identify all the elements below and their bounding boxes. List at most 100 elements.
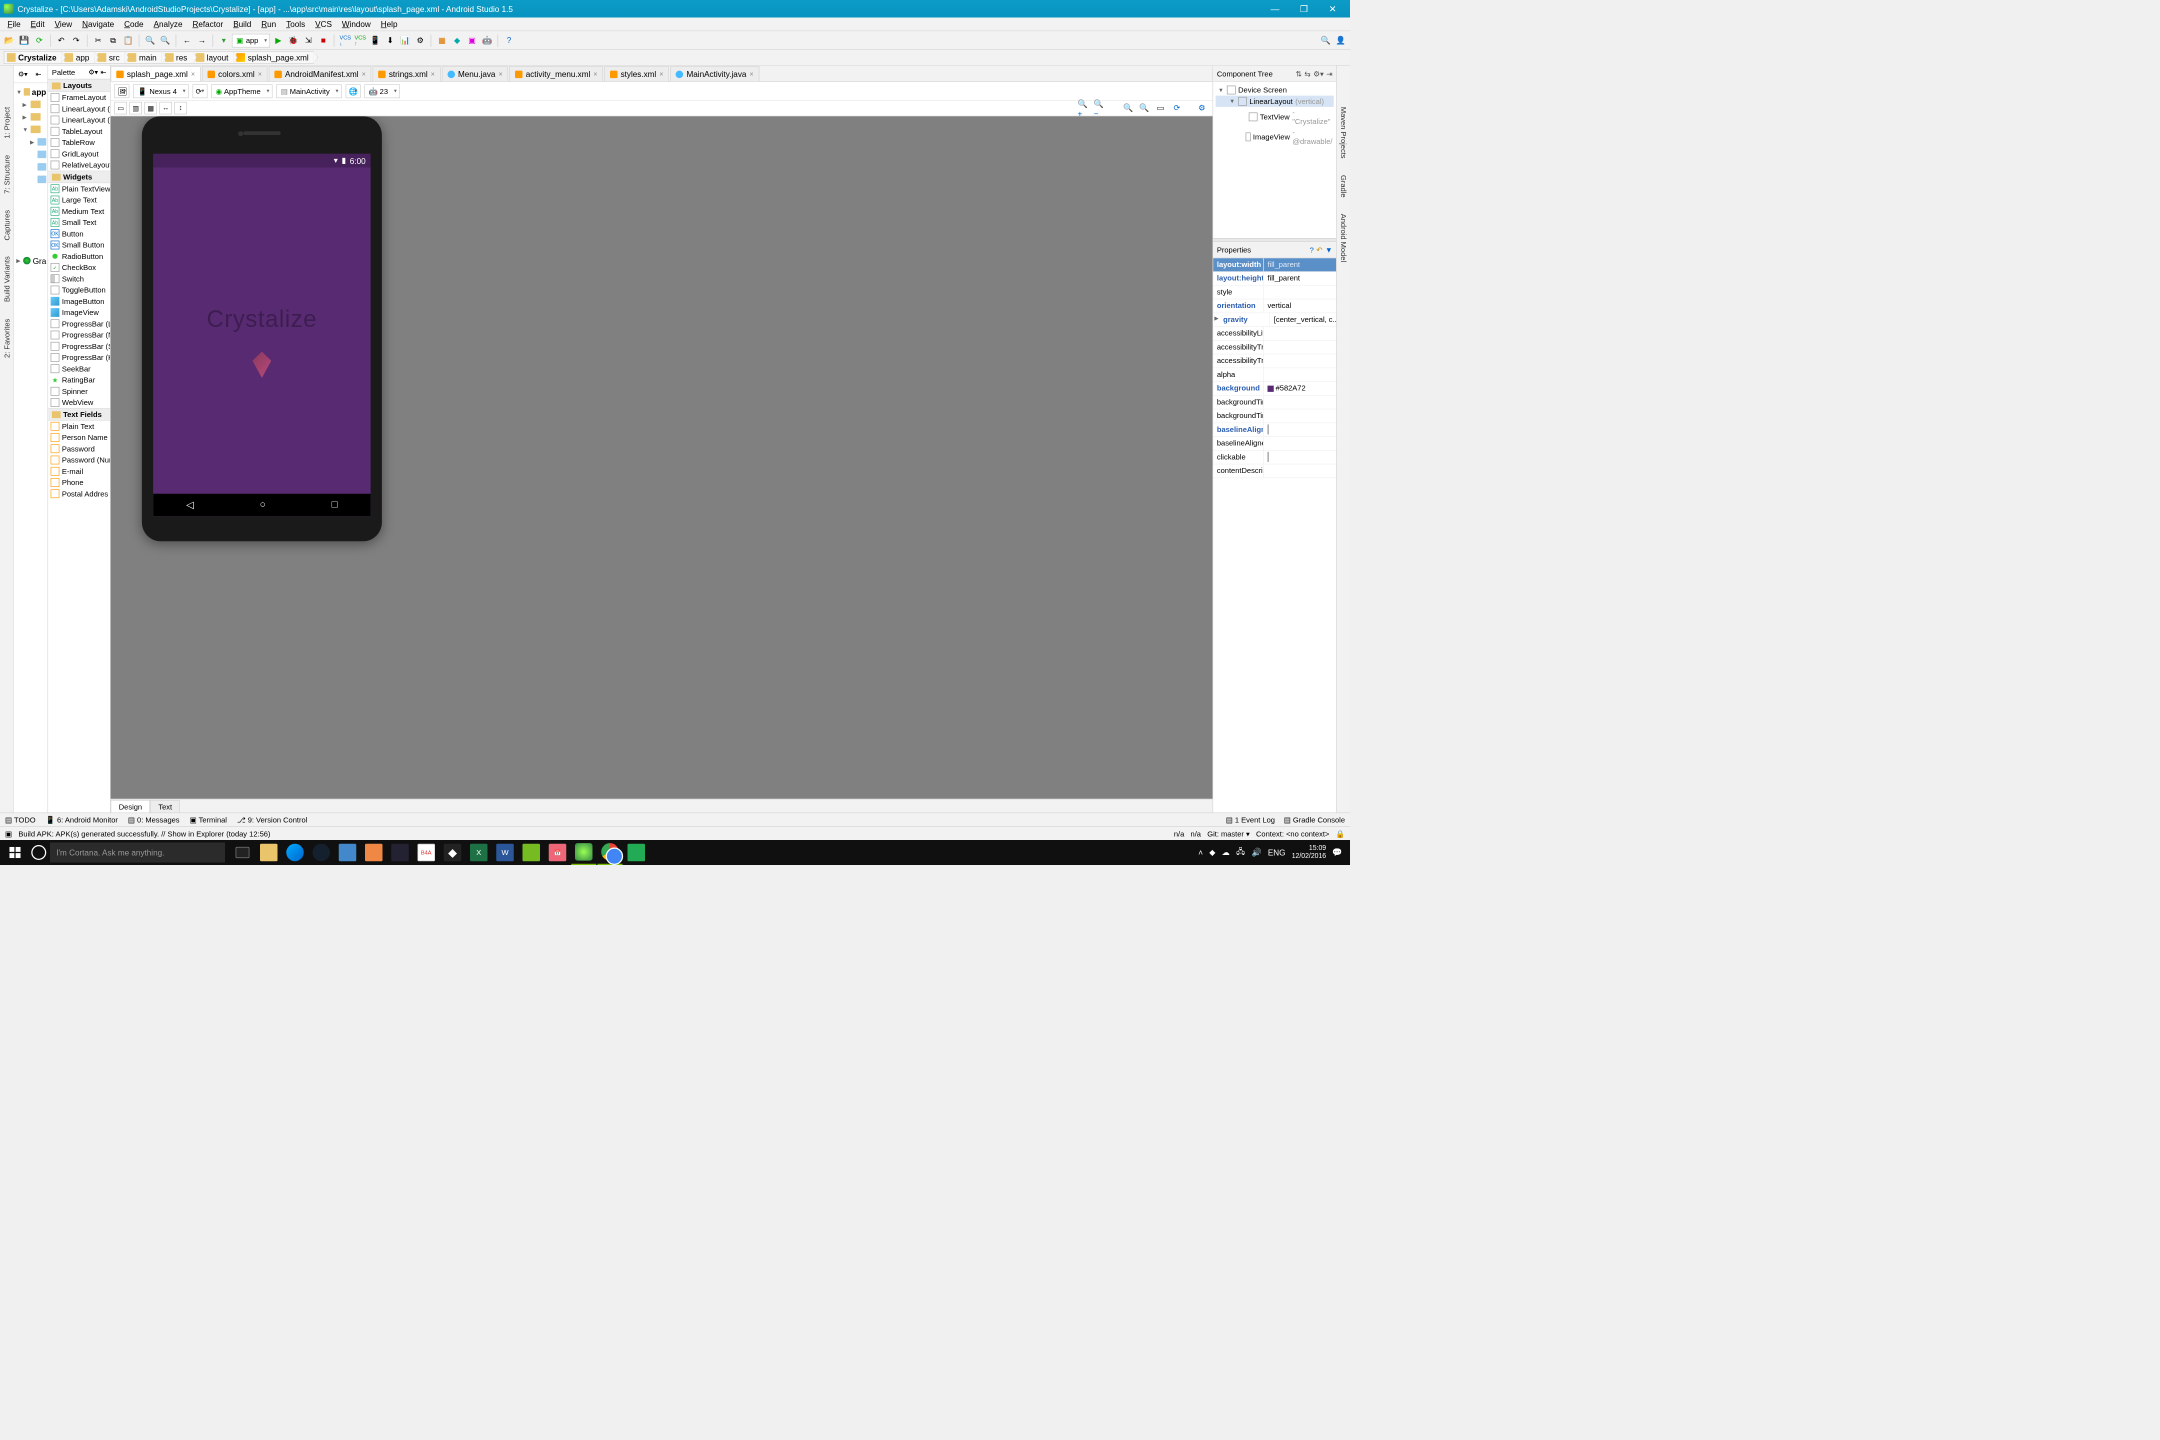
property-row[interactable]: accessibilityTra <box>1213 354 1336 368</box>
property-row[interactable]: baselineAligned <box>1213 437 1336 451</box>
cortana-icon[interactable] <box>31 845 46 860</box>
sdk-icon[interactable]: ⬇ <box>383 33 397 47</box>
theme-combo[interactable]: ◉AppTheme <box>211 84 272 98</box>
tray-volume-icon[interactable]: 🔊 <box>1251 848 1261 858</box>
left-tool----favorites[interactable]: 2: Favorites <box>1 315 12 362</box>
tab-close-icon[interactable]: × <box>191 70 195 78</box>
property-row[interactable]: alpha <box>1213 368 1336 382</box>
palette-item[interactable]: Password (Nur <box>48 454 110 465</box>
tree-settings-icon[interactable]: ⚙▾ <box>1313 69 1323 78</box>
palette-item[interactable]: WebView <box>48 397 110 408</box>
open-icon[interactable]: 📂 <box>3 33 17 47</box>
palette-item[interactable]: Switch <box>48 273 110 284</box>
left-tool----structure[interactable]: 7: Structure <box>1 151 12 197</box>
minimize-button[interactable]: — <box>1261 2 1289 16</box>
breadcrumb-item[interactable]: res <box>162 51 193 64</box>
menu-edit[interactable]: Edit <box>26 18 50 30</box>
editor-tab[interactable]: colors.xml × <box>202 66 268 81</box>
search-toolbar-icon[interactable]: 🔍 <box>1319 33 1333 47</box>
design-tab-design[interactable]: Design <box>111 800 151 813</box>
paste-icon[interactable]: 📋 <box>121 33 135 47</box>
monitor-icon[interactable]: 📊 <box>398 33 412 47</box>
menu-navigate[interactable]: Navigate <box>77 18 119 30</box>
component-tree-node[interactable]: ImageView - @drawable/ <box>1216 127 1334 147</box>
status-git[interactable]: Git: master ▾ <box>1207 829 1250 838</box>
breadcrumb-item[interactable]: app <box>62 51 95 64</box>
property-row[interactable]: layout:widthfill_parent <box>1213 258 1336 272</box>
menu-tools[interactable]: Tools <box>281 18 310 30</box>
menu-view[interactable]: View <box>50 18 77 30</box>
prop-filter-icon[interactable]: ▼ <box>1325 245 1332 254</box>
locale-combo[interactable]: 🌐 <box>345 84 360 98</box>
device-combo[interactable]: 📱 Nexus 4 <box>133 84 189 98</box>
unity-icon[interactable]: ◆ <box>440 840 465 865</box>
property-row[interactable]: accessibilityLive <box>1213 327 1336 341</box>
breadcrumb-item[interactable]: splash_page.xml <box>233 51 313 64</box>
palette-item[interactable]: LinearLayout (V <box>48 114 110 125</box>
word-icon[interactable]: W <box>493 840 518 865</box>
tab-close-icon[interactable]: × <box>593 70 597 78</box>
editor-tab[interactable]: styles.xml × <box>604 66 669 81</box>
status-lock-icon[interactable]: 🔒 <box>1336 829 1345 838</box>
app-icon-2[interactable] <box>361 840 386 865</box>
palette-item[interactable]: Phone <box>48 477 110 488</box>
chrome-icon[interactable] <box>598 840 623 865</box>
editor-tab[interactable]: Menu.java × <box>442 66 509 81</box>
palette-category[interactable]: Layouts <box>48 79 110 92</box>
palette-item[interactable]: Plain Text <box>48 421 110 432</box>
close-button[interactable]: ✕ <box>1319 2 1347 16</box>
app-icon-7[interactable] <box>624 840 649 865</box>
project-node[interactable]: ▼app <box>15 86 46 99</box>
menu-build[interactable]: Build <box>228 18 256 30</box>
palette-item[interactable]: Password <box>48 443 110 454</box>
terminal-tool[interactable]: ▣ Terminal <box>190 815 227 824</box>
user-icon[interactable]: 👤 <box>1334 33 1348 47</box>
right-tool-maven-projects[interactable]: Maven Projects <box>1338 103 1349 162</box>
palette-item[interactable]: Spinner <box>48 386 110 397</box>
editor-tab[interactable]: strings.xml × <box>373 66 441 81</box>
project-node[interactable]: ▼ <box>15 123 46 136</box>
tray-app-icon[interactable]: ◆ <box>1209 848 1215 858</box>
palette-item[interactable]: ProgressBar (H <box>48 352 110 363</box>
render-combo[interactable]: 🖼 <box>114 84 129 98</box>
vcs-icon[interactable]: VCS↓ <box>338 33 352 47</box>
palette-item[interactable]: AbMedium Text <box>48 206 110 217</box>
task-view-icon[interactable] <box>230 840 255 865</box>
project-node[interactable] <box>15 173 46 186</box>
tab-close-icon[interactable]: × <box>431 70 435 78</box>
palette-item[interactable]: Postal Addres <box>48 488 110 499</box>
project-node[interactable]: ▶ <box>15 98 46 111</box>
avd-icon[interactable]: 📱 <box>368 33 382 47</box>
right-tool-gradle[interactable]: Gradle <box>1338 171 1349 201</box>
tab-close-icon[interactable]: × <box>750 70 754 78</box>
edge-icon[interactable] <box>283 840 308 865</box>
undo-icon[interactable]: ↶ <box>54 33 68 47</box>
save-icon[interactable]: 💾 <box>18 33 32 47</box>
android-icon[interactable]: 🤖 <box>480 33 494 47</box>
api-combo[interactable]: 🤖23 <box>364 84 400 98</box>
tree-hide-icon[interactable]: ⇥ <box>1326 69 1332 78</box>
project-node[interactable]: ▶ <box>15 136 46 149</box>
design-settings-icon[interactable]: ⚙ <box>1195 101 1209 115</box>
tree-collapse-icon[interactable]: ⇆ <box>1304 69 1310 78</box>
palette-category[interactable]: Widgets <box>48 171 110 184</box>
breadcrumb-item[interactable]: src <box>94 51 124 64</box>
palette-item[interactable]: ★RatingBar <box>48 374 110 385</box>
stop-icon[interactable]: ■ <box>316 33 330 47</box>
tray-network-icon[interactable]: 🖧 <box>1236 846 1245 860</box>
menu-analyze[interactable]: Analyze <box>149 18 188 30</box>
palette-item[interactable]: ProgressBar (L <box>48 318 110 329</box>
component-tree-node[interactable]: ▼Device Screen <box>1216 84 1334 95</box>
palette-item[interactable]: ImageView <box>48 307 110 318</box>
vcs-up-icon[interactable]: VCS↑ <box>353 33 367 47</box>
tab-close-icon[interactable]: × <box>362 70 366 78</box>
palette-item[interactable]: ProgressBar (S <box>48 341 110 352</box>
menu-file[interactable]: File <box>3 18 26 30</box>
dev-icon[interactable]: ▣ <box>465 33 479 47</box>
project-node[interactable] <box>15 161 46 174</box>
design-canvas[interactable]: ▾ ▮ 6:00 Crystalize ◁ ○ □ <box>111 116 1213 799</box>
start-button[interactable] <box>3 840 28 865</box>
app-icon-4[interactable]: B4A <box>414 840 439 865</box>
calendar-icon[interactable]: 📅 <box>545 840 570 865</box>
breadcrumb-item[interactable]: layout <box>192 51 233 64</box>
